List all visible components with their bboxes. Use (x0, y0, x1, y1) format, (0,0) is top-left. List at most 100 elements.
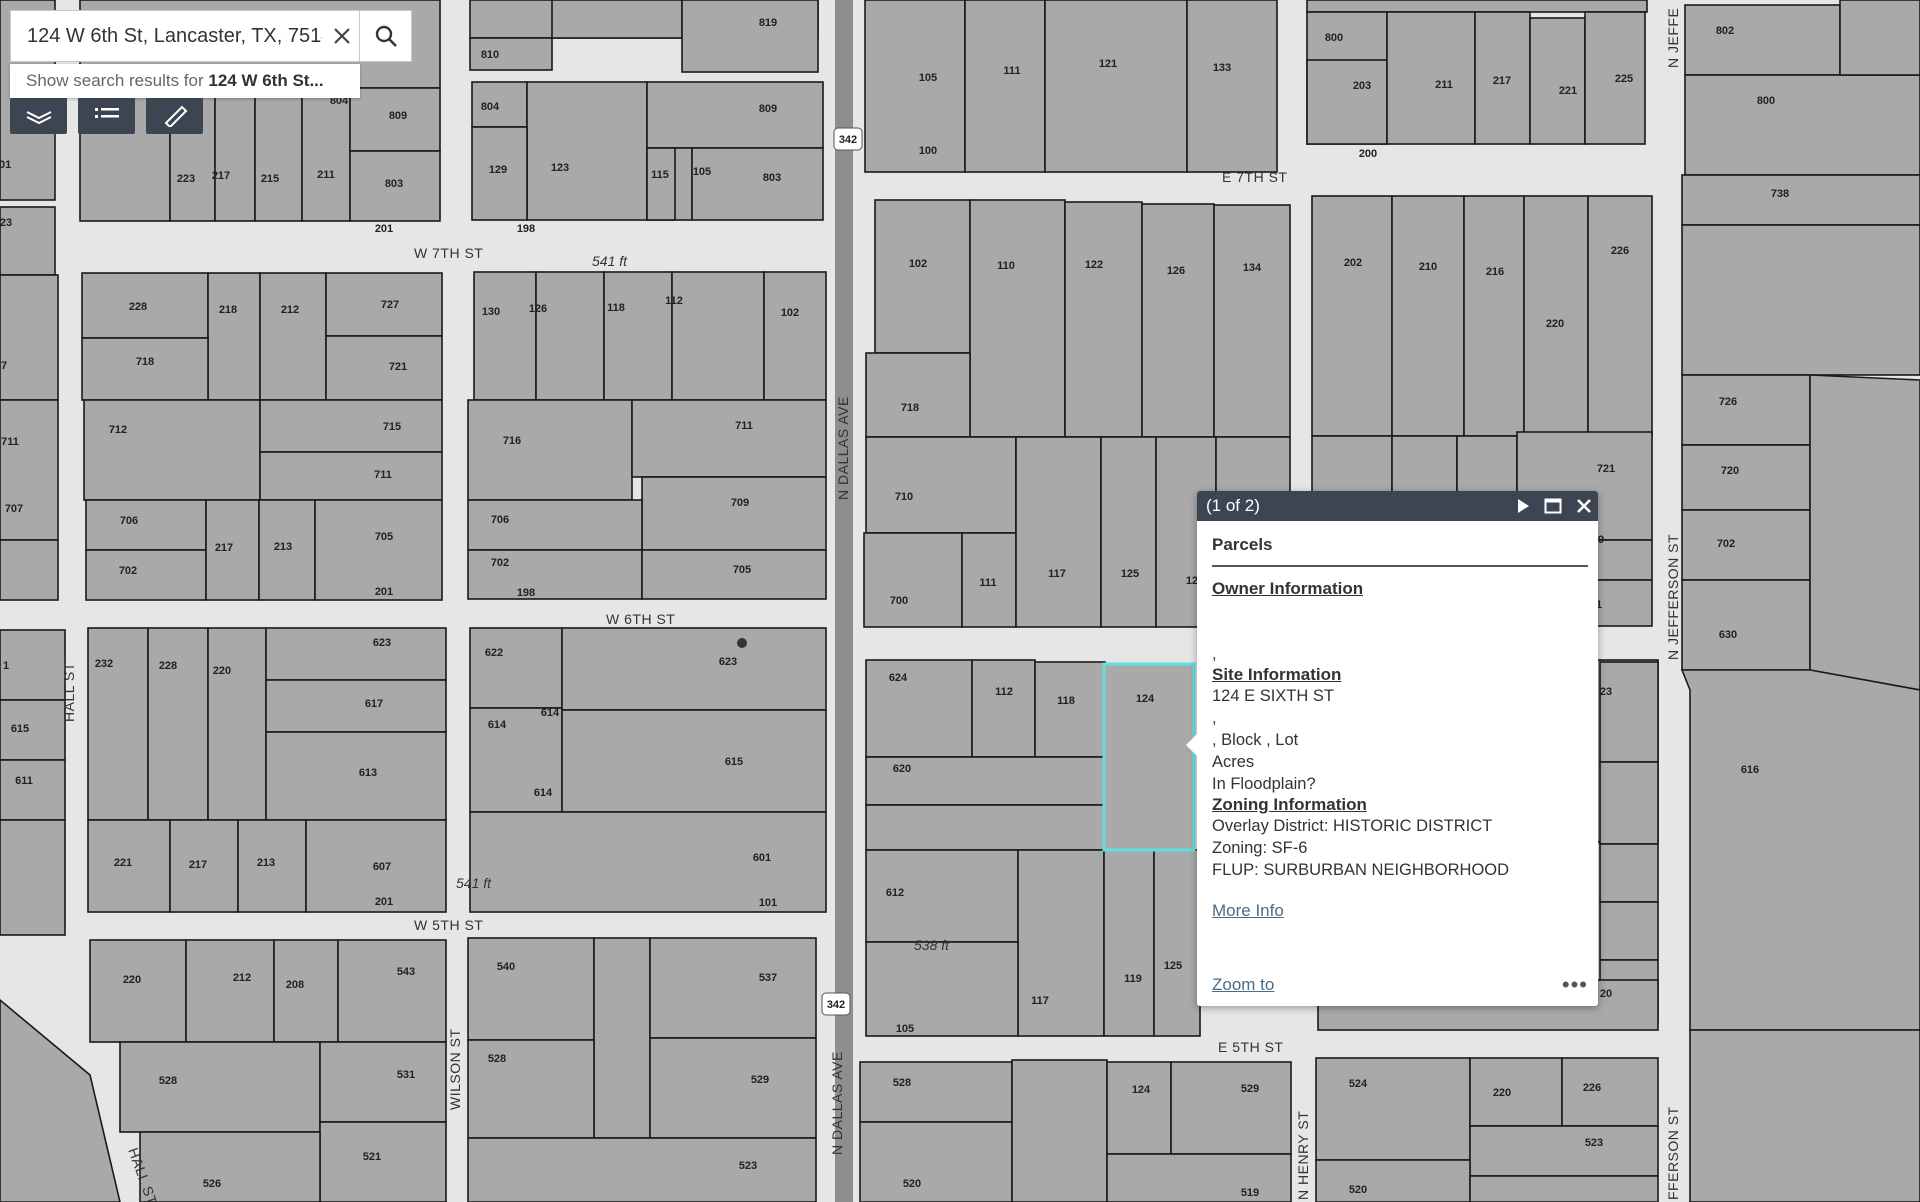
parcel-number: 211 (317, 169, 335, 181)
parcel-number: 112 (995, 686, 1013, 698)
parcel-number: 212 (233, 972, 251, 984)
parcel-number: 531 (397, 1069, 415, 1081)
parcel-number: 112 (665, 295, 683, 307)
block-lot: , Block , Lot (1212, 731, 1299, 749)
parcel-number: 715 (383, 421, 401, 433)
search-input[interactable] (11, 23, 325, 49)
measure-button[interactable] (146, 98, 203, 134)
parcel-number: 221 (1559, 85, 1577, 97)
parcel-number: 702 (1717, 538, 1735, 550)
parcel-number: 23 (1600, 686, 1612, 698)
street-e5th: E 5TH ST (1218, 1039, 1283, 1055)
parcel-number: 705 (733, 564, 751, 576)
zoning: Zoning: SF-6 (1212, 839, 1308, 857)
parcel-number: 198 (517, 587, 535, 599)
parcel-number: 519 (1241, 1187, 1259, 1199)
search-bar[interactable] (10, 10, 412, 62)
popup-counter: (1 of 2) (1206, 496, 1260, 515)
parcel-number: 217 (212, 170, 230, 182)
more-actions-button[interactable]: ••• (1562, 972, 1588, 998)
parcel-number: 201 (375, 896, 393, 908)
parcel-number: 102 (781, 307, 799, 319)
parcel-number: 217 (215, 542, 233, 554)
more-info-link[interactable]: More Info (1212, 901, 1284, 920)
floodplain: In Floodplain? (1212, 775, 1316, 793)
search-suggestion[interactable]: Show search results for 124 W 6th St... (10, 64, 360, 98)
layers-button[interactable] (10, 98, 67, 134)
parcel-number: 111 (1003, 65, 1020, 77)
parcel-number: 223 (177, 173, 195, 185)
parcel-number: 623 (373, 637, 391, 649)
parcel-number: 220 (213, 665, 231, 677)
next-feature-icon[interactable] (1516, 498, 1530, 514)
shield-342-b: 342 (827, 999, 845, 1011)
parcel-number: 213 (257, 857, 275, 869)
parcel-number: 105 (919, 72, 937, 84)
parcel-number: 216 (1486, 266, 1504, 278)
parcel-number: 710 (895, 491, 913, 503)
parcel-number: 221 (114, 857, 132, 869)
maximize-icon[interactable] (1544, 498, 1562, 514)
parcel-number: 217 (189, 859, 207, 871)
parcel-number: 607 (373, 861, 391, 873)
parcel-number: 1 (3, 660, 9, 672)
parcel-number: 529 (751, 1074, 769, 1086)
parcel-number: 211 (1435, 79, 1453, 91)
parcel-number: 809 (759, 103, 777, 115)
street-ndallas-1: N DALLAS AVE (835, 396, 851, 500)
parcel-number: 630 (1719, 629, 1737, 641)
parcel-number: 543 (397, 966, 415, 978)
parcel-number: 540 (497, 961, 515, 973)
parcel-number: 202 (1344, 257, 1362, 269)
parcel-number: 228 (129, 301, 147, 313)
parcel-number: 738 (1771, 188, 1789, 200)
parcel-number: 520 (1349, 1184, 1367, 1196)
legend-button[interactable] (78, 98, 135, 134)
search-button[interactable] (359, 11, 411, 61)
dim-3: 538 ft (914, 937, 950, 953)
parcel-number: 524 (1349, 1078, 1368, 1090)
street-wilson: WILSON ST (447, 1028, 463, 1110)
parcel-number: 122 (1085, 259, 1103, 271)
street-njefferson-1: N JEFFERSON ST (1665, 534, 1681, 660)
parcel-number: 105 (896, 1023, 914, 1035)
selected-parcel[interactable] (1102, 662, 1196, 852)
parcel-number: 615 (725, 756, 743, 768)
close-icon (333, 28, 350, 44)
parcel-number: 111 (979, 577, 996, 589)
popup-footer: Zoom to ••• (1212, 972, 1588, 998)
parcel-number: 720 (1721, 465, 1739, 477)
popup-body: Parcels Owner Information , Site Informa… (1197, 521, 1598, 921)
parcel-number: 718 (901, 402, 919, 414)
parcel-number: 707 (5, 503, 23, 515)
zoom-to-link[interactable]: Zoom to (1212, 975, 1274, 995)
clear-search-button[interactable] (324, 11, 359, 61)
parcel-number: 523 (1585, 1137, 1603, 1149)
parcel-number: 117 (1031, 995, 1049, 1007)
parcel-number: 123 (551, 162, 569, 174)
parcel-number: 617 (365, 698, 383, 710)
parcel-number: 623 (719, 656, 737, 668)
parcel-number: 520 (903, 1178, 921, 1190)
parcel-number: 523 (739, 1160, 757, 1172)
parcel-number: 201 (375, 223, 393, 235)
parcel-number: 705 (375, 531, 393, 543)
street-w6th: W 6TH ST (606, 611, 675, 627)
parcel-map[interactable]: 342 342 W 7TH ST E 7TH ST W 6TH ST W 5TH… (0, 0, 1920, 1202)
parcel-number: 102 (909, 258, 927, 270)
parcel-number: 800 (1757, 95, 1775, 107)
parcel-number: 220 (1546, 318, 1564, 330)
parcel-number: 20 (1600, 988, 1612, 1000)
parcel-number: 727 (381, 299, 399, 311)
n-dallas-ave-road (835, 0, 853, 1202)
parcel-number: 218 (219, 304, 237, 316)
parcel-number: 124 (1132, 1084, 1151, 1096)
parcel-number: 616 (1741, 764, 1759, 776)
parcel-number: 212 (281, 304, 299, 316)
parcel-number: 118 (607, 302, 625, 314)
measure-icon (164, 105, 187, 127)
popup-pointer (1186, 733, 1198, 757)
parcel-number: 217 (1493, 75, 1511, 87)
close-popup-icon[interactable] (1576, 498, 1592, 514)
parcel-number: 115 (651, 169, 669, 181)
